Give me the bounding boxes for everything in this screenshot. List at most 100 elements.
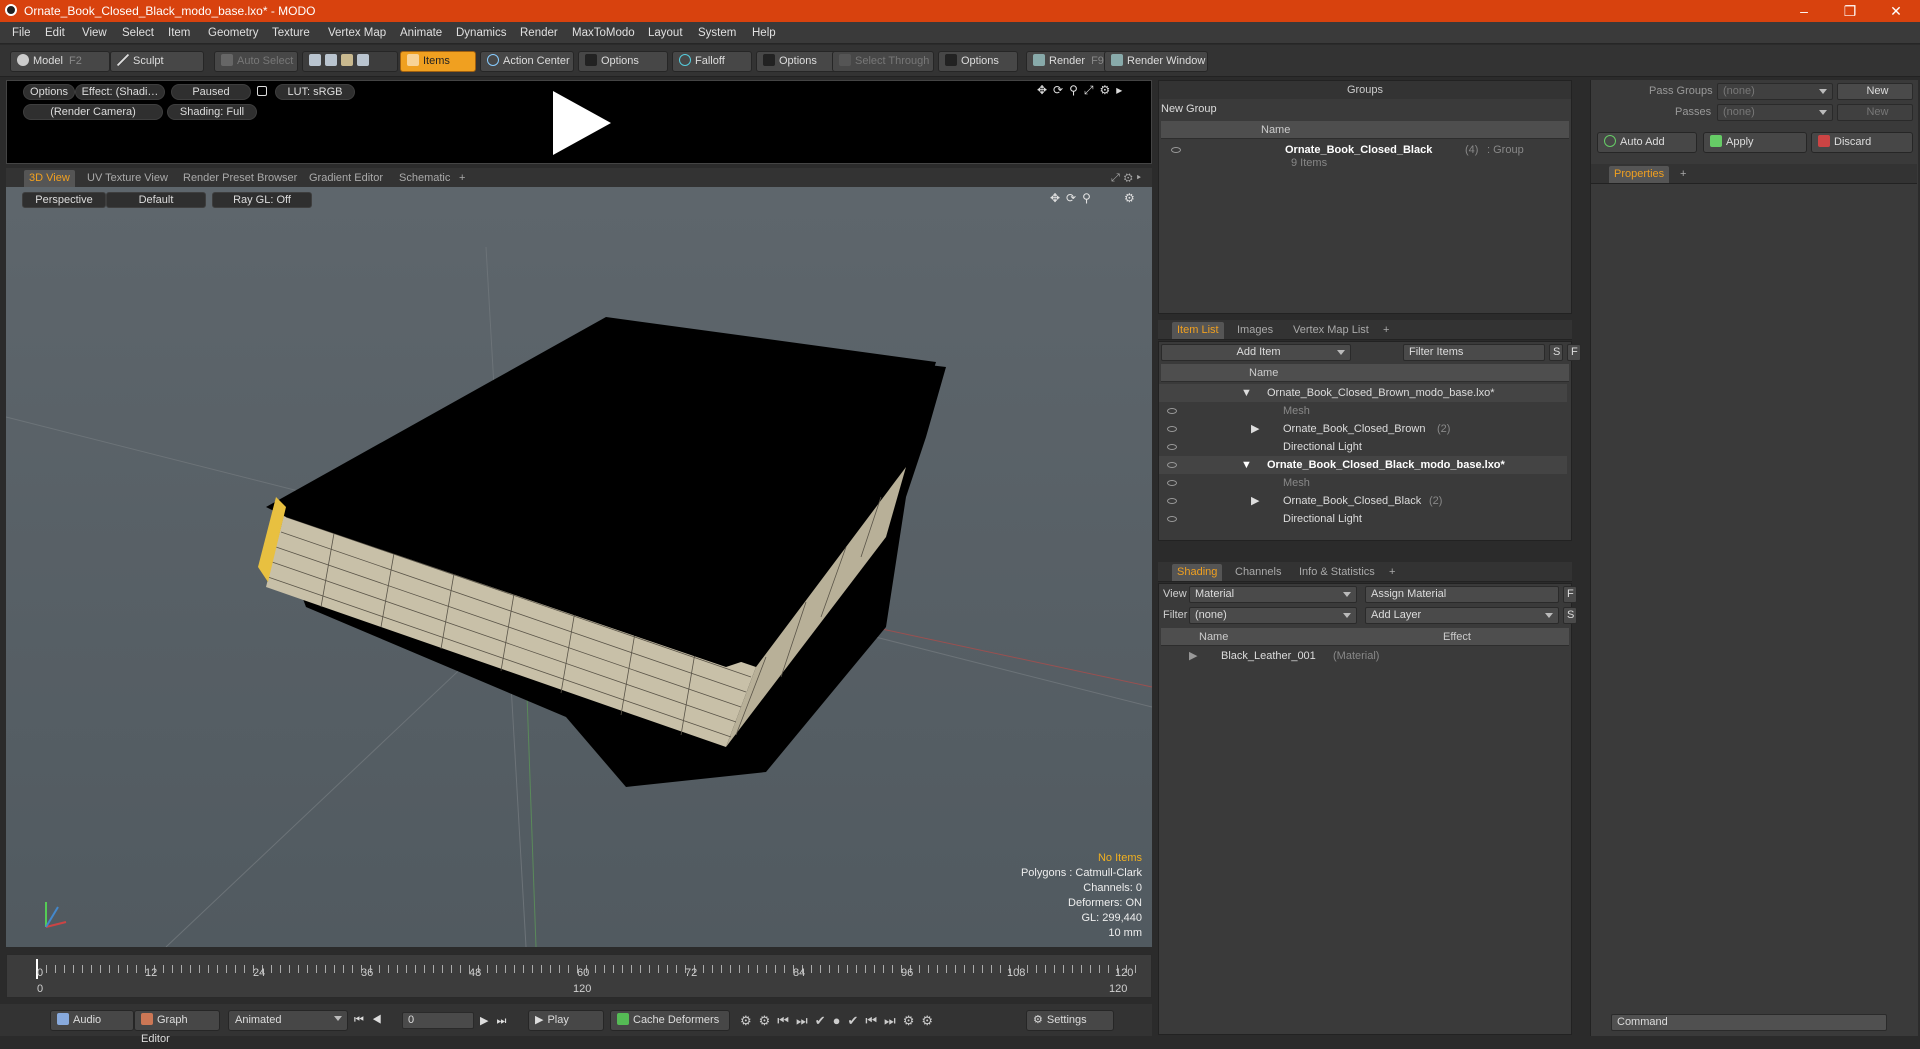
add-tab-icon[interactable]: + — [1378, 322, 1394, 339]
eye-icon[interactable] — [1167, 444, 1177, 450]
new-pass-group-button[interactable]: New — [1837, 83, 1913, 100]
menu-geometry[interactable]: Geometry — [208, 27, 259, 39]
add-layer-dropdown[interactable]: Add Layer — [1365, 607, 1559, 624]
cache-deformers-button[interactable]: Cache Deformers — [610, 1010, 730, 1031]
select-through-button[interactable]: Select Through — [832, 51, 934, 72]
menu-layout[interactable]: Layout — [648, 27, 683, 39]
play-preview-icon[interactable] — [547, 87, 617, 159]
materials-mode-icon[interactable] — [357, 54, 369, 66]
preview-view-controls[interactable]: ✥⟳⚲⤢⚙▸ — [1037, 83, 1128, 98]
eye-icon[interactable] — [1167, 408, 1177, 414]
list-item[interactable]: Directional Light — [1159, 438, 1567, 456]
edges-mode-icon[interactable] — [325, 54, 337, 66]
restore-icon[interactable]: ❐ — [1830, 2, 1870, 20]
polygons-mode-icon[interactable] — [341, 54, 353, 66]
view-dropdown[interactable]: Material — [1189, 586, 1357, 603]
close-icon[interactable]: ✕ — [1876, 2, 1916, 20]
eye-icon[interactable] — [1167, 426, 1177, 432]
graph-editor-button[interactable]: Graph Editor — [134, 1010, 220, 1045]
eye-icon[interactable] — [1171, 147, 1181, 153]
key-tools-icons[interactable]: ⚙⚙⏮⏭✔●✔⏮⏭⚙⚙ — [740, 1013, 940, 1029]
menu-vertex-map[interactable]: Vertex Map — [328, 27, 386, 39]
add-tab-icon[interactable]: + — [1675, 166, 1691, 183]
tab-channels[interactable]: Channels — [1230, 564, 1286, 581]
select-through-options-button[interactable]: Options — [938, 51, 1018, 72]
list-item[interactable]: ▶ Ornate_Book_Closed_Black (2) — [1159, 492, 1567, 510]
preview-lut-dropdown[interactable]: LUT: sRGB — [275, 84, 355, 100]
tab-info-statistics[interactable]: Info & Statistics — [1294, 564, 1380, 581]
action-center-options-button[interactable]: Options — [578, 51, 668, 72]
tab-schematic[interactable]: Schematic — [394, 170, 455, 187]
preview-camera-dropdown[interactable]: (Render Camera) — [23, 104, 163, 120]
minimize-icon[interactable]: – — [1784, 2, 1824, 20]
filter-dropdown[interactable]: (none) — [1189, 607, 1357, 624]
list-item[interactable]: ▼ Ornate_Book_Closed_Black_modo_base.lxo* — [1159, 456, 1567, 474]
menu-edit[interactable]: Edit — [45, 27, 65, 39]
discard-button[interactable]: Discard — [1811, 132, 1913, 153]
vertices-mode-icon[interactable] — [309, 54, 321, 66]
assign-material-button[interactable]: Assign Material — [1365, 586, 1559, 603]
material-row[interactable]: ▶ Black_Leather_001 (Material) — [1159, 647, 1567, 665]
falloff-button[interactable]: Falloff — [672, 51, 752, 72]
group-row[interactable]: Ornate_Book_Closed_Black (4) : Group — [1169, 141, 1569, 159]
eye-icon[interactable] — [1167, 462, 1177, 468]
tab-render-preset-browser[interactable]: Render Preset Browser — [178, 170, 302, 187]
tab-item-list[interactable]: Item List — [1172, 322, 1224, 339]
frame-input[interactable]: 0 — [402, 1012, 474, 1029]
render-button[interactable]: Render F9 — [1026, 51, 1108, 72]
filter-items-input[interactable]: Filter Items — [1403, 344, 1545, 361]
animated-dropdown[interactable]: Animated — [228, 1010, 348, 1031]
list-item[interactable]: Directional Light — [1159, 510, 1567, 528]
lock-icon[interactable] — [257, 86, 267, 96]
add-item-dropdown[interactable]: Add Item — [1161, 344, 1351, 361]
tab-gradient-editor[interactable]: Gradient Editor — [304, 170, 388, 187]
tab-3d-view[interactable]: 3D View — [24, 170, 75, 187]
filter-s-button[interactable]: S — [1549, 344, 1563, 361]
audio-button[interactable]: Audio — [50, 1010, 134, 1031]
menu-help[interactable]: Help — [752, 27, 776, 39]
menu-maxtomodo[interactable]: MaxToModo — [572, 27, 635, 39]
falloff-options-button[interactable]: Options — [756, 51, 836, 72]
command-input[interactable]: Command — [1611, 1014, 1887, 1031]
viewport-3d[interactable]: Perspective Default Ray GL: Off ✥⟳⚲ ⚙ No… — [6, 187, 1152, 947]
menu-texture[interactable]: Texture — [272, 27, 310, 39]
pass-groups-dropdown[interactable]: (none) — [1717, 83, 1833, 100]
list-item[interactable]: ▶ Ornate_Book_Closed_Brown (2) — [1159, 420, 1567, 438]
shading-f-button[interactable]: F — [1563, 586, 1577, 603]
viewport-panel-controls[interactable]: ⤢⚙▸ — [1106, 170, 1150, 187]
menu-item[interactable]: Item — [168, 27, 190, 39]
filter-f-button[interactable]: F — [1567, 344, 1581, 361]
auto-select-button[interactable]: Auto Select — [214, 51, 298, 72]
list-item[interactable]: Mesh — [1159, 474, 1567, 492]
menu-animate[interactable]: Animate — [400, 27, 442, 39]
tab-vertex-map-list[interactable]: Vertex Map List — [1288, 322, 1374, 339]
menu-dynamics[interactable]: Dynamics — [456, 27, 506, 39]
eye-icon[interactable] — [1167, 480, 1177, 486]
eye-icon[interactable] — [1167, 498, 1177, 504]
preview-effect-dropdown[interactable]: Effect: (Shadi… — [75, 84, 165, 100]
add-tab-icon[interactable]: + — [1384, 564, 1400, 581]
settings-button[interactable]: ⚙ Settings — [1026, 1010, 1114, 1031]
menu-render[interactable]: Render — [520, 27, 558, 39]
menu-select[interactable]: Select — [122, 27, 154, 39]
action-center-button[interactable]: Action Center — [480, 51, 574, 72]
items-mode-button[interactable]: Items — [400, 51, 476, 72]
apply-button[interactable]: Apply — [1703, 132, 1807, 153]
menu-view[interactable]: View — [82, 27, 107, 39]
timeline[interactable]: 0 12 24 36 48 60 72 84 96 108 120 0 120 … — [6, 954, 1152, 998]
list-item[interactable]: Mesh — [1159, 402, 1567, 420]
list-item[interactable]: ▼ Ornate_Book_Closed_Brown_modo_base.lxo* — [1159, 384, 1567, 402]
render-window-button[interactable]: Render Window — [1104, 51, 1208, 72]
add-tab-icon[interactable]: + — [454, 170, 470, 187]
tab-properties[interactable]: Properties — [1609, 166, 1670, 183]
play-button[interactable]: ▶ Play — [528, 1010, 604, 1031]
shading-s-button[interactable]: S — [1563, 607, 1577, 624]
preview-paused-toggle[interactable]: Paused — [171, 84, 251, 100]
tab-shading[interactable]: Shading — [1172, 564, 1223, 581]
preview-options-button[interactable]: Options — [23, 84, 75, 100]
tab-images[interactable]: Images — [1232, 322, 1278, 339]
auto-add-button[interactable]: Auto Add — [1597, 132, 1697, 153]
new-group-button[interactable]: New Group — [1161, 103, 1217, 115]
sculpt-mode-button[interactable]: Sculpt — [110, 51, 204, 72]
tab-uv-texture-view[interactable]: UV Texture View — [82, 170, 173, 187]
